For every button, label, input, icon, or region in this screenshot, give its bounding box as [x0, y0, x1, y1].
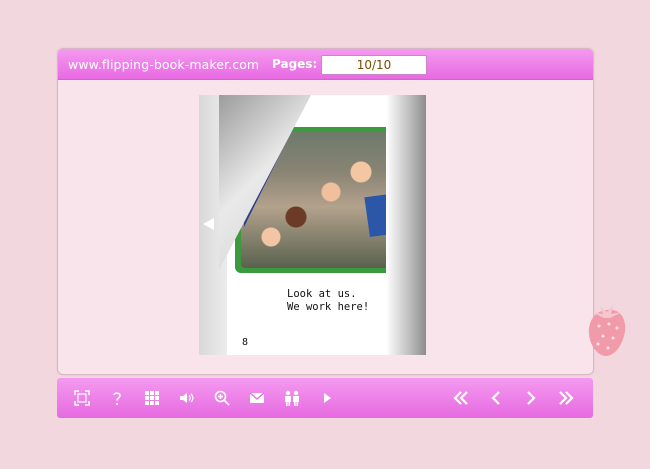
share-icon[interactable] — [281, 387, 303, 409]
site-link[interactable]: www.flipping-book-maker.com — [68, 57, 259, 72]
last-page-icon[interactable] — [555, 387, 577, 409]
next-page-icon[interactable] — [520, 387, 542, 409]
strawberry-icon — [588, 304, 626, 356]
pages-label: Pages: — [272, 57, 318, 71]
fullscreen-icon[interactable] — [71, 387, 93, 409]
page-number-input[interactable] — [321, 55, 427, 75]
sound-icon[interactable] — [176, 387, 198, 409]
flip-back-arrow-icon[interactable] — [203, 218, 214, 230]
thumbnails-icon[interactable] — [141, 387, 163, 409]
first-page-icon[interactable] — [450, 387, 472, 409]
bottom-toolbar — [57, 378, 593, 418]
top-bar: www.flipping-book-maker.com Pages: — [58, 49, 593, 80]
book-page[interactable]: Look at us. We work here! 8 — [199, 95, 426, 355]
email-icon[interactable] — [246, 387, 268, 409]
autoplay-icon[interactable] — [316, 387, 338, 409]
page-right-shade — [386, 95, 426, 355]
page-caption: Look at us. We work here! — [287, 288, 370, 313]
page-number: 8 — [242, 337, 249, 348]
previous-page-icon[interactable] — [485, 387, 507, 409]
help-icon[interactable] — [106, 387, 128, 409]
zoom-in-icon[interactable] — [211, 387, 233, 409]
